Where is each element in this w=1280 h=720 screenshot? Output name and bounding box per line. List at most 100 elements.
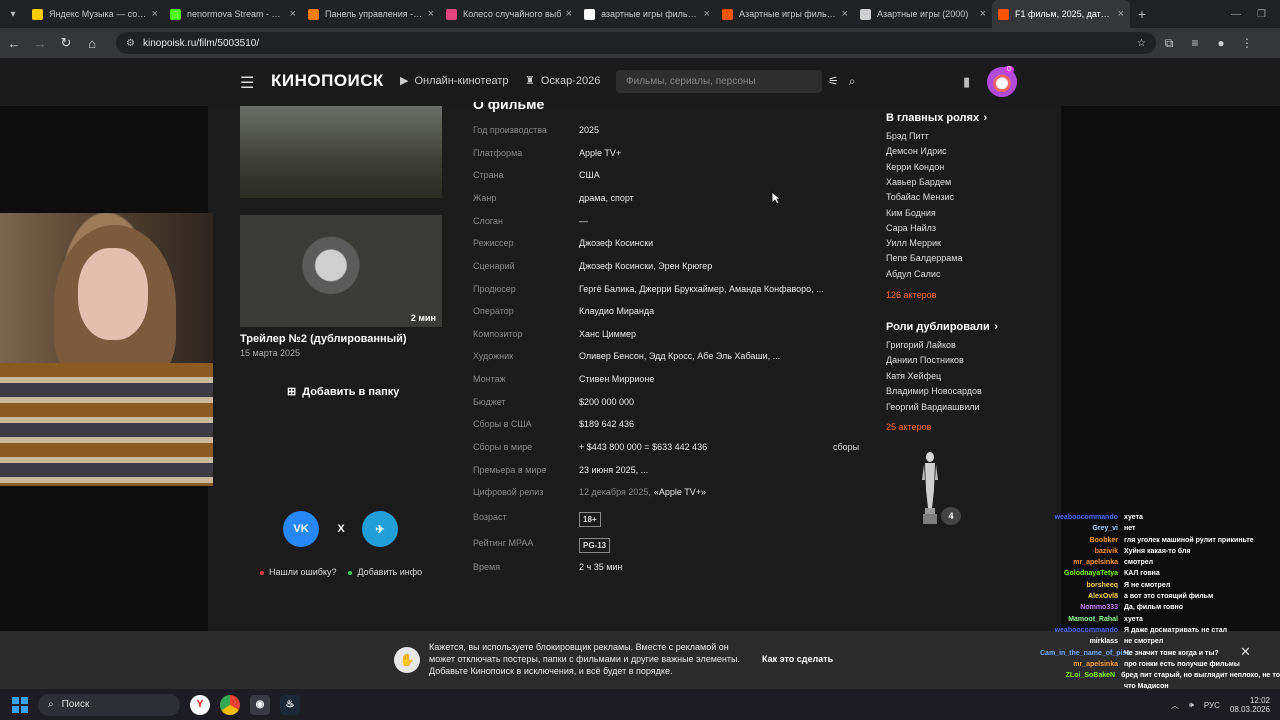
about-row-value[interactable]: Оливер Бенсон, Эдд Кросс, Абе Эль Хабаши… — [579, 351, 780, 361]
actor-link[interactable]: Пепе Балдеррама — [886, 253, 962, 263]
actor-link[interactable]: Хавьер Бардем — [886, 177, 951, 187]
maximize-icon[interactable]: ❐ — [1257, 9, 1266, 20]
chat-username[interactable]: Grey_vi — [1040, 523, 1124, 534]
tab-close-icon[interactable]: × — [566, 8, 572, 20]
search-input[interactable]: Фильмы, сериалы, персоны — [616, 70, 822, 93]
chat-username[interactable]: GolodnayaTetya — [1040, 568, 1124, 579]
nav-online-cinema[interactable]: ▶ Онлайн-кинотеатр — [400, 74, 509, 88]
bookmark-star-icon[interactable]: ☆ — [1137, 38, 1146, 49]
chat-username[interactable]: mirklass — [1040, 636, 1124, 647]
chat-username[interactable]: Nommo333 — [1040, 602, 1124, 613]
browser-tab[interactable]: Колесо случайного выб × — [440, 0, 578, 28]
new-tab-button[interactable]: + — [1130, 6, 1154, 22]
about-row-value[interactable]: Ханс Циммер — [579, 329, 636, 339]
about-row-value[interactable]: Стивен Миррионе — [579, 374, 654, 384]
dub-more-link[interactable]: 25 актеров — [886, 422, 931, 432]
reading-list-icon[interactable]: ≡ — [1182, 36, 1208, 50]
box-office-link[interactable]: сборы — [833, 442, 859, 452]
chat-username[interactable]: mr_apelsinka — [1040, 659, 1124, 670]
back-icon[interactable]: ← — [2, 36, 26, 51]
tab-search-menu-icon[interactable]: ▾ — [0, 0, 26, 28]
adblock-howto-button[interactable]: Как это сделать — [762, 654, 833, 664]
actor-link[interactable]: Керри Кондон — [886, 162, 944, 172]
dubber-link[interactable]: Катя Хейфец — [886, 371, 941, 381]
actors-more-link[interactable]: 126 актеров — [886, 290, 936, 300]
nav-oscar[interactable]: ♜ Оскар-2026 — [525, 74, 600, 88]
actor-link[interactable]: Тобайас Мензис — [886, 192, 954, 202]
site-info-icon[interactable]: ⚙ — [126, 38, 135, 49]
reload-icon[interactable]: ↻ — [54, 35, 78, 51]
chat-username[interactable]: borsheeq — [1040, 580, 1124, 591]
chat-username[interactable]: Boobker — [1040, 535, 1124, 546]
bookmarks-icon[interactable]: ▮ — [963, 74, 970, 90]
steam-icon[interactable]: ♨ — [280, 694, 300, 715]
found-error-link[interactable]: Нашли ошибку? — [260, 567, 336, 577]
digital-release-platform[interactable]: «Apple TV+» — [654, 487, 706, 497]
browser-tab[interactable]: азартные игры фильм сл × — [578, 0, 716, 28]
about-row-value[interactable]: Apple TV+ — [579, 148, 621, 158]
profile-icon[interactable]: ● — [1208, 36, 1234, 50]
chat-username[interactable]: Cam_in_the_name_of_piss — [1040, 648, 1130, 659]
actor-link[interactable]: Брэд Питт — [886, 131, 929, 141]
dub-heading[interactable]: Роли дублировали › — [886, 317, 998, 335]
chrome-icon[interactable] — [220, 694, 240, 715]
menu-icon[interactable]: ☰ — [240, 73, 254, 93]
add-to-folder-button[interactable]: ⊞ Добавить в папку — [287, 385, 399, 399]
x-share-button[interactable]: X — [331, 511, 351, 547]
speaker-icon[interactable]: 🕪 — [1189, 700, 1194, 710]
browser-tab[interactable]: F1 фильм, 2025, дата вых × — [992, 0, 1130, 28]
minimize-icon[interactable]: — — [1231, 9, 1241, 20]
chat-username[interactable]: weaboocommando — [1040, 512, 1124, 523]
trailer-title[interactable]: Трейлер №2 (дублированный) — [240, 333, 407, 345]
browser-tab[interactable]: nenormova Stream - Wat × — [164, 0, 302, 28]
about-row-value[interactable]: США — [579, 170, 600, 180]
extensions-icon[interactable]: ⧉ — [1156, 36, 1182, 51]
dubber-link[interactable]: Владимир Новосардов — [886, 386, 982, 396]
about-row-value[interactable]: Джозеф Косински — [579, 238, 653, 248]
windows-start-icon[interactable] — [12, 696, 28, 713]
chat-username[interactable]: Mamoot_Rahal — [1040, 614, 1124, 625]
address-bar[interactable]: ⚙ kinopoisk.ru/film/5003510/ ☆ — [116, 32, 1156, 54]
tab-close-icon[interactable]: × — [842, 8, 848, 20]
tab-close-icon[interactable]: × — [152, 8, 158, 20]
actor-link[interactable]: Ким Бодния — [886, 208, 936, 218]
chat-username[interactable]: AlexOvl8 — [1040, 591, 1124, 602]
dubber-link[interactable]: Георгий Вардиашвили — [886, 402, 980, 412]
browser-tab[interactable]: Азартные игры фильм, 2 × — [716, 0, 854, 28]
tab-close-icon[interactable]: × — [428, 8, 434, 20]
browser-tab[interactable]: Панель управления - Do × — [302, 0, 440, 28]
dubber-link[interactable]: Даниил Постников — [886, 355, 964, 365]
trailer-thumbnail-1[interactable] — [240, 106, 442, 198]
yandex-browser-icon[interactable]: Y — [190, 694, 210, 715]
forward-icon[interactable]: → — [28, 36, 52, 51]
chat-username[interactable]: mr_apelsinka — [1040, 557, 1124, 568]
actor-link[interactable]: Уилл Меррик — [886, 238, 941, 248]
about-row-value[interactable]: Гергё Балика, Джерри Брукхаймер, Аманда … — [579, 284, 824, 294]
oscar-statue-icon[interactable] — [916, 450, 944, 526]
about-row-value[interactable]: Джозеф Косински, Эрен Крюгер — [579, 261, 712, 271]
clock[interactable]: 12:02 08.03.2026 — [1230, 696, 1270, 714]
dubber-link[interactable]: Григорий Лайков — [886, 340, 956, 350]
chat-username[interactable]: weaboocommando — [1040, 625, 1124, 636]
about-row-value[interactable]: 23 июня 2025, ... — [579, 465, 648, 475]
browser-tab[interactable]: Азартные игры (2000) × — [854, 0, 992, 28]
about-row-value[interactable]: драма, спорт — [579, 193, 634, 203]
taskbar-search[interactable]: ⌕ Поиск — [38, 693, 180, 716]
kinopoisk-logo[interactable]: КИНОПОИСК — [271, 71, 384, 91]
chat-username[interactable]: ZLoi_SoBakeN — [1040, 670, 1121, 681]
actor-link[interactable]: Демсон Идрис — [886, 146, 947, 156]
chat-username[interactable]: bazivik — [1040, 546, 1124, 557]
browser-menu-icon[interactable]: ⋮ — [1234, 36, 1260, 50]
tab-close-icon[interactable]: × — [290, 8, 296, 20]
home-icon[interactable]: ⌂ — [80, 36, 104, 51]
actor-link[interactable]: Абдул Салис — [886, 269, 940, 279]
vk-share-button[interactable]: VK — [283, 511, 319, 547]
tab-close-icon[interactable]: × — [980, 8, 986, 20]
add-info-link[interactable]: Добавить инфо — [348, 567, 422, 577]
tab-close-icon[interactable]: × — [1118, 8, 1124, 20]
obs-icon[interactable]: ◉ — [250, 694, 270, 715]
language-indicator[interactable]: РУС — [1204, 701, 1220, 710]
filter-icon[interactable]: ⚟ — [828, 74, 839, 89]
about-row-value[interactable]: Клаудио Миранда — [579, 306, 654, 316]
browser-tab[interactable]: Яндекс Музыка — собир × — [26, 0, 164, 28]
